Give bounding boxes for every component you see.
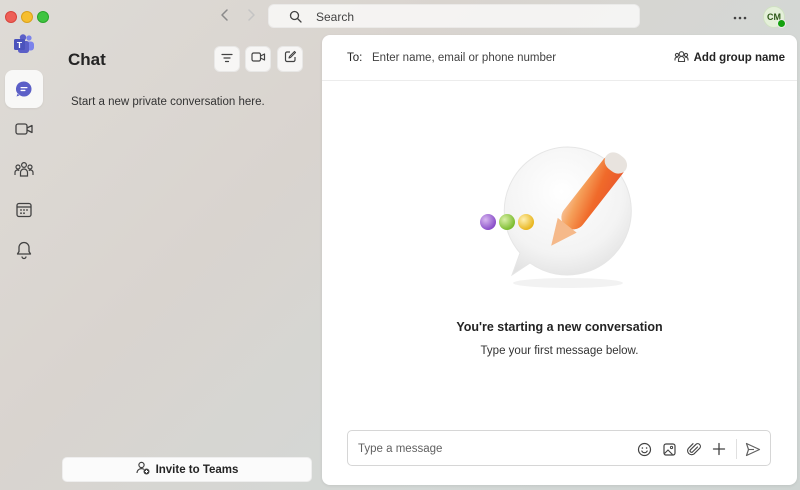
page-title: Chat (68, 50, 106, 69)
invite-to-teams-button[interactable]: Invite to Teams (62, 457, 312, 482)
group-icon (674, 49, 689, 66)
new-chat-button[interactable] (277, 46, 303, 72)
image-icon[interactable] (660, 440, 678, 458)
title-bar: Search CM (0, 0, 800, 34)
recipient-input[interactable] (372, 49, 662, 67)
chat-icon[interactable] (10, 75, 38, 103)
message-input[interactable] (358, 440, 608, 458)
attach-icon[interactable] (685, 440, 703, 458)
minimize-window-button[interactable] (21, 11, 33, 23)
conversation-panel: To: Add group name (322, 35, 797, 485)
people-icon[interactable] (10, 156, 38, 184)
teams-logo-icon[interactable]: T (10, 30, 38, 58)
plus-icon[interactable] (710, 440, 728, 458)
recipient-bar: To: Add group name (322, 35, 797, 81)
add-group-label: Add group name (693, 51, 785, 64)
search-icon (289, 10, 302, 28)
message-composer (347, 430, 771, 466)
search-placeholder: Search (316, 10, 355, 24)
search-bar[interactable]: Search (268, 4, 640, 28)
calendar-icon[interactable] (10, 196, 38, 224)
compose-icon (284, 50, 297, 68)
empty-state-title: You're starting a new conversation (456, 320, 663, 334)
empty-chat-hint: Start a new private conversation here. (71, 96, 265, 108)
invite-label: Invite to Teams (155, 463, 239, 476)
video-icon (250, 50, 266, 68)
maximize-window-button[interactable] (37, 11, 49, 23)
svg-text:T: T (17, 40, 23, 50)
presence-status-icon (777, 19, 786, 28)
filter-button[interactable] (214, 46, 240, 72)
close-window-button[interactable] (5, 11, 17, 23)
empty-state-subtitle: Type your first message below. (480, 345, 639, 357)
composer-divider (736, 439, 737, 459)
back-arrow-icon[interactable] (219, 8, 231, 26)
meet-now-button[interactable] (245, 46, 271, 72)
to-label: To: (347, 52, 363, 64)
add-group-name-button[interactable]: Add group name (674, 49, 785, 66)
video-icon[interactable] (10, 115, 38, 143)
send-icon[interactable] (744, 440, 762, 458)
bell-icon[interactable] (10, 236, 38, 264)
filter-icon (221, 50, 233, 68)
new-conversation-illustration (472, 135, 652, 300)
more-options-icon[interactable] (733, 7, 747, 23)
forward-arrow-icon[interactable] (245, 8, 257, 26)
person-add-icon (135, 461, 150, 478)
emoji-icon[interactable] (635, 440, 653, 458)
